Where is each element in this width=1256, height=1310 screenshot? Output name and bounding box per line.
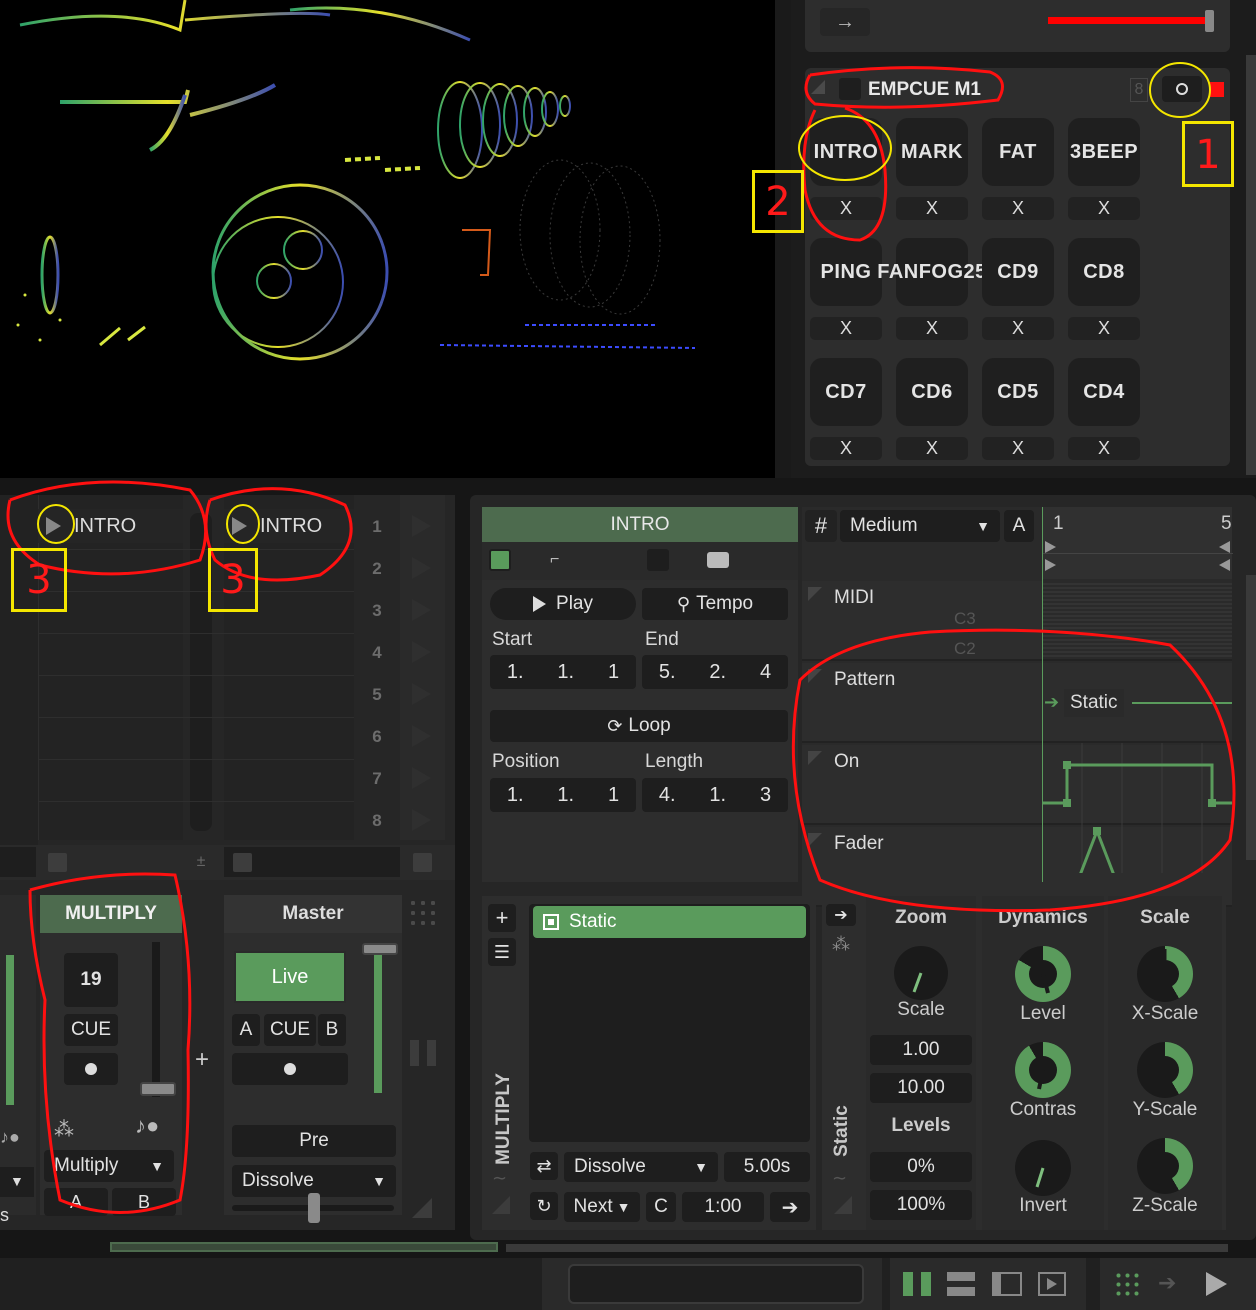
annotation-label-3b: 3 — [220, 557, 246, 603]
annotation-label-2: 2 — [765, 179, 791, 225]
annotation-label-1: 1 — [1195, 132, 1221, 178]
annotation-label-3a: 3 — [26, 557, 52, 603]
annotation-ink — [6, 62, 1236, 1214]
